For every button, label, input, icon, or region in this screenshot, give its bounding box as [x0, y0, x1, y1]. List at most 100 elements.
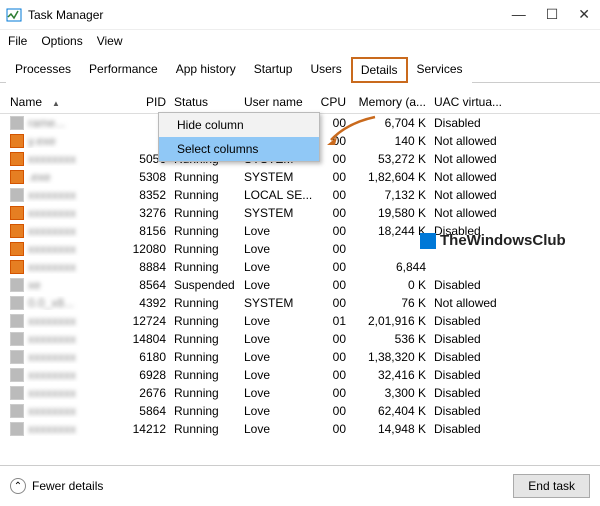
table-row[interactable]: xxxxxxxx14212RunningLove0014,948 KDisabl…: [0, 420, 600, 438]
header-pid[interactable]: PID: [120, 95, 170, 109]
cell-memory: 14,948 K: [350, 422, 430, 436]
cell-memory: 6,844: [350, 260, 430, 274]
menu-view[interactable]: View: [97, 34, 123, 48]
cell-memory: 18,244 K: [350, 224, 430, 238]
cell-memory: 536 K: [350, 332, 430, 346]
process-icon: [10, 296, 24, 310]
close-button[interactable]: ✕: [578, 6, 590, 23]
cell-cpu: 00: [315, 350, 350, 364]
process-name: xxxxxxxx: [28, 386, 76, 400]
end-task-button[interactable]: End task: [513, 474, 590, 498]
header-uac[interactable]: UAC virtua...: [430, 95, 520, 109]
table-row[interactable]: xxxxxxxx3276RunningSYSTEM0019,580 KNot a…: [0, 204, 600, 222]
cell-cpu: 00: [315, 206, 350, 220]
cell-pid: 8156: [120, 224, 170, 238]
process-name: xxxxxxxx: [28, 152, 76, 166]
process-name: xxxxxxxx: [28, 188, 76, 202]
header-name[interactable]: Name▲: [0, 95, 120, 109]
menu-file[interactable]: File: [8, 34, 27, 48]
process-icon: [10, 422, 24, 436]
tab-app-history[interactable]: App history: [167, 57, 245, 83]
table-row[interactable]: 0.0_x8...4392RunningSYSTEM0076 KNot allo…: [0, 294, 600, 312]
cell-uac: Disabled: [430, 314, 520, 328]
cell-user: SYSTEM: [240, 296, 315, 310]
process-name: xxxxxxxx: [28, 422, 76, 436]
cell-memory: 32,416 K: [350, 368, 430, 382]
minimize-button[interactable]: —: [512, 6, 526, 23]
cell-memory: 76 K: [350, 296, 430, 310]
cell-memory: 6,704 K: [350, 116, 430, 130]
process-name: xxxxxxxx: [28, 206, 76, 220]
cell-status: Running: [170, 422, 240, 436]
context-select-columns[interactable]: Select columns: [159, 137, 319, 161]
table-row[interactable]: xe8564SuspendedLove000 KDisabled: [0, 276, 600, 294]
tab-services[interactable]: Services: [408, 57, 472, 83]
cell-memory: 53,272 K: [350, 152, 430, 166]
table-row[interactable]: xxxxxxxx6928RunningLove0032,416 KDisable…: [0, 366, 600, 384]
watermark-icon: [420, 233, 436, 249]
process-name: y.exe: [28, 134, 56, 148]
maximize-button[interactable]: ☐: [546, 6, 559, 23]
process-name: xxxxxxxx: [28, 314, 76, 328]
header-status[interactable]: Status: [170, 95, 240, 109]
menu-options[interactable]: Options: [41, 34, 82, 48]
table-row[interactable]: xxxxxxxx12724RunningLove012,01,916 KDisa…: [0, 312, 600, 330]
table-row[interactable]: xxxxxxxx14804RunningLove00536 KDisabled: [0, 330, 600, 348]
cell-uac: Not allowed: [430, 206, 520, 220]
cell-status: Running: [170, 188, 240, 202]
process-icon: [10, 404, 24, 418]
cell-cpu: 00: [315, 332, 350, 346]
footer: ⌃ Fewer details End task: [0, 465, 600, 506]
cell-uac: Disabled: [430, 350, 520, 364]
cell-uac: Not allowed: [430, 134, 520, 148]
table-row[interactable]: xxxxxxxx8884RunningLove006,844: [0, 258, 600, 276]
process-icon: [10, 116, 24, 130]
process-name: xxxxxxxx: [28, 350, 76, 364]
context-hide-column[interactable]: Hide column: [159, 113, 319, 137]
table-row[interactable]: xxxxxxxx2676RunningLove003,300 KDisabled: [0, 384, 600, 402]
cell-pid: 12080: [120, 242, 170, 256]
tab-users[interactable]: Users: [301, 57, 350, 83]
process-icon: [10, 188, 24, 202]
cell-cpu: 00: [315, 260, 350, 274]
process-icon: [10, 332, 24, 346]
titlebar: Task Manager — ☐ ✕: [0, 0, 600, 30]
tab-details[interactable]: Details: [351, 57, 408, 83]
table-row[interactable]: xxxxxxxx6180RunningLove001,38,320 KDisab…: [0, 348, 600, 366]
process-list: rame...006,704 KDisabledy.exeM00140 KNot…: [0, 114, 600, 438]
cell-status: Suspended: [170, 278, 240, 292]
chevron-up-icon: ⌃: [10, 478, 26, 494]
process-icon: [10, 368, 24, 382]
cell-memory: 19,580 K: [350, 206, 430, 220]
cell-pid: 5864: [120, 404, 170, 418]
cell-pid: 8352: [120, 188, 170, 202]
cell-user: Love: [240, 332, 315, 346]
header-memory[interactable]: Memory (a...: [350, 95, 430, 109]
tab-startup[interactable]: Startup: [245, 57, 302, 83]
table-row[interactable]: .exe5308RunningSYSTEM001,82,604 KNot all…: [0, 168, 600, 186]
tab-performance[interactable]: Performance: [80, 57, 167, 83]
cell-memory: 1,82,604 K: [350, 170, 430, 184]
cell-user: Love: [240, 242, 315, 256]
header-user[interactable]: User name: [240, 95, 315, 109]
cell-user: SYSTEM: [240, 170, 315, 184]
cell-uac: Disabled: [430, 404, 520, 418]
cell-uac: Disabled: [430, 332, 520, 346]
cell-memory: 0 K: [350, 278, 430, 292]
context-menu: Hide column Select columns: [158, 112, 320, 162]
watermark: TheWindowsClub: [420, 232, 566, 249]
fewer-details-button[interactable]: ⌃ Fewer details: [10, 478, 103, 494]
cell-status: Running: [170, 386, 240, 400]
cell-uac: Disabled: [430, 278, 520, 292]
tab-processes[interactable]: Processes: [6, 57, 80, 83]
cell-cpu: 00: [315, 116, 350, 130]
cell-user: LOCAL SE...: [240, 188, 315, 202]
process-icon: [10, 260, 24, 274]
cell-cpu: 00: [315, 368, 350, 382]
menubar: File Options View: [0, 30, 600, 52]
cell-uac: Not allowed: [430, 188, 520, 202]
table-row[interactable]: xxxxxxxx5864RunningLove0062,404 KDisable…: [0, 402, 600, 420]
header-cpu[interactable]: CPU: [315, 95, 350, 109]
table-row[interactable]: xxxxxxxx8352RunningLOCAL SE...007,132 KN…: [0, 186, 600, 204]
cell-status: Running: [170, 350, 240, 364]
